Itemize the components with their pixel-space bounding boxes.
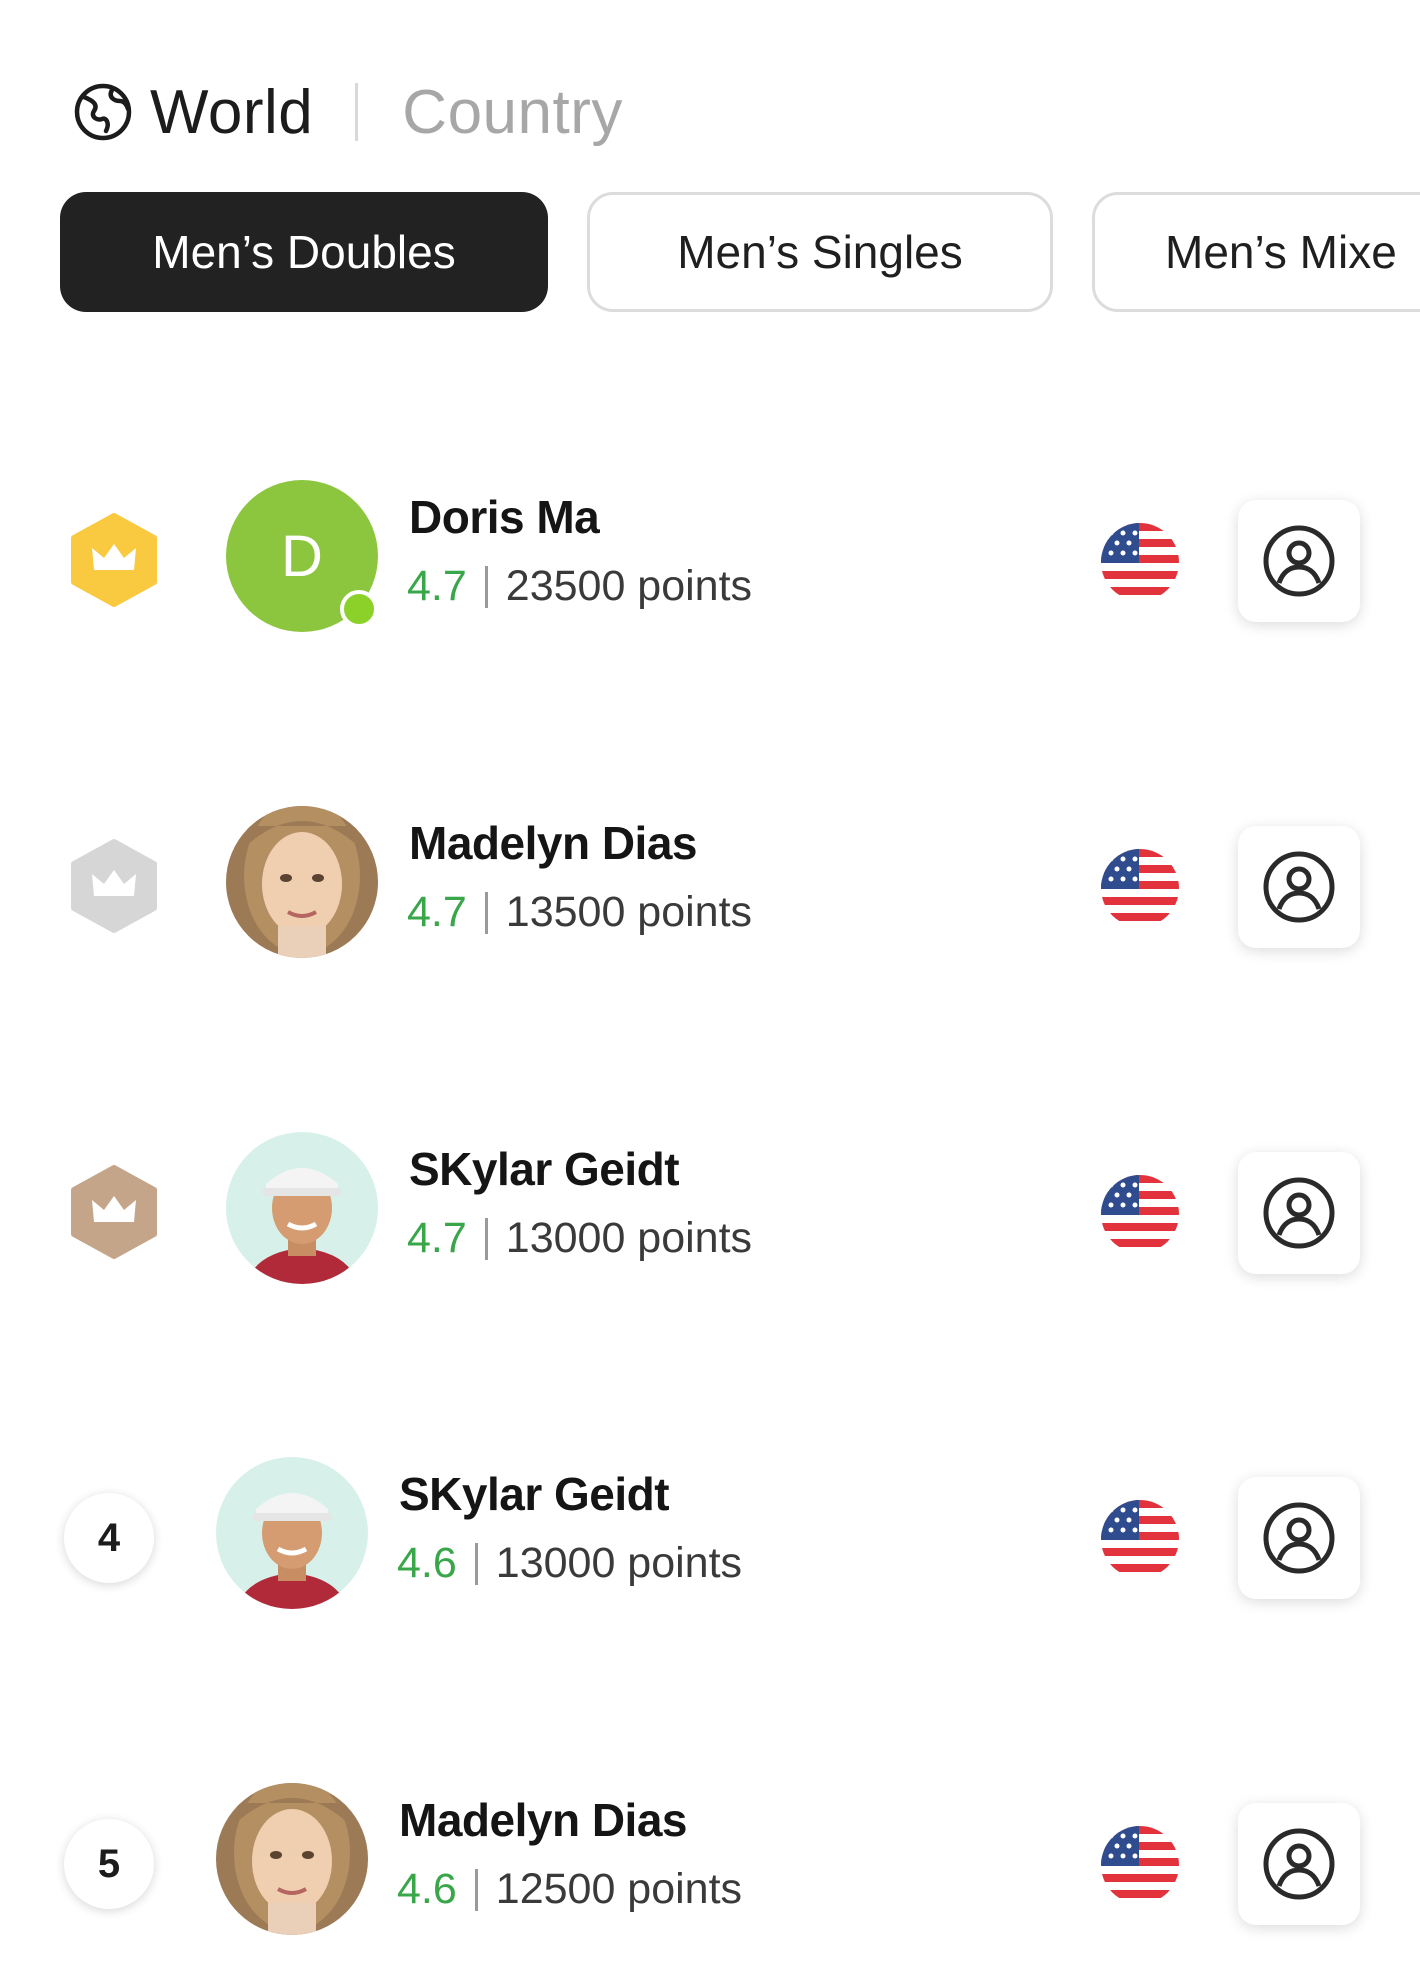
avatar[interactable] <box>226 806 378 958</box>
player-rating: 4.7 <box>407 562 467 610</box>
avatar[interactable]: D <box>226 480 378 632</box>
player-stats: 4.7 23500 points <box>407 562 752 611</box>
avatar[interactable] <box>226 1132 378 1284</box>
player-points: 13500 points <box>505 888 753 936</box>
category-tabs: Men’s Doubles Men’s Singles Men’s Mixe <box>60 192 1420 316</box>
player-rating: 4.7 <box>407 1214 467 1262</box>
player-rating: 4.6 <box>397 1539 457 1587</box>
ranking-row[interactable]: 4 SKylar Geidt 4.6 13000 points <box>0 1457 1420 1617</box>
ranking-row[interactable]: Madelyn Dias 4.7 13500 points <box>0 806 1420 966</box>
player-stats: 4.6 12500 points <box>397 1865 742 1914</box>
view-profile-button[interactable] <box>1238 500 1360 622</box>
silver-crown-icon <box>62 834 166 938</box>
player-points: 12500 points <box>495 1865 743 1913</box>
player-name: SKylar Geidt <box>409 1143 680 1195</box>
us-flag-icon <box>1101 1500 1179 1578</box>
player-rating: 4.6 <box>397 1865 457 1913</box>
scope-world-tab[interactable]: World <box>150 77 313 148</box>
player-name: SKylar Geidt <box>399 1468 670 1520</box>
tab-mens-mixed[interactable]: Men’s Mixe <box>1092 192 1420 312</box>
player-name: Madelyn Dias <box>399 1794 688 1846</box>
player-name: Madelyn Dias <box>409 817 698 869</box>
player-points: 23500 points <box>505 562 753 610</box>
stat-divider <box>474 1542 478 1585</box>
us-flag-icon <box>1101 523 1179 601</box>
user-profile-icon <box>1263 1177 1335 1249</box>
user-profile-icon <box>1263 1502 1335 1574</box>
ranking-row[interactable]: 5 Madelyn Dias 4.6 12500 points <box>0 1783 1420 1943</box>
rank-number: 5 <box>64 1819 154 1909</box>
ranking-row[interactable]: SKylar Geidt 4.7 13000 points <box>0 1132 1420 1292</box>
tab-mens-doubles[interactable]: Men’s Doubles <box>60 192 548 312</box>
gold-crown-icon <box>62 508 166 612</box>
scope-country-tab[interactable]: Country <box>402 77 623 148</box>
user-profile-icon <box>1263 851 1335 923</box>
stat-divider <box>474 1868 478 1911</box>
view-profile-button[interactable] <box>1238 1803 1360 1925</box>
player-points: 13000 points <box>495 1539 743 1587</box>
stat-divider <box>484 1217 488 1260</box>
view-profile-button[interactable] <box>1238 1477 1360 1599</box>
player-stats: 4.7 13000 points <box>407 1214 752 1263</box>
player-name: Doris Ma <box>409 491 600 543</box>
bronze-crown-icon <box>62 1160 166 1264</box>
us-flag-icon <box>1101 1826 1179 1904</box>
ranking-row[interactable]: D Doris Ma 4.7 23500 points <box>0 480 1420 640</box>
view-profile-button[interactable] <box>1238 826 1360 948</box>
user-profile-icon <box>1263 525 1335 597</box>
player-stats: 4.6 13000 points <box>397 1539 742 1588</box>
online-status-dot <box>340 590 378 628</box>
us-flag-icon <box>1101 1175 1179 1253</box>
player-stats: 4.7 13500 points <box>407 888 752 937</box>
stat-divider <box>484 565 488 608</box>
rank-number: 4 <box>64 1493 154 1583</box>
scope-divider <box>355 83 359 141</box>
view-profile-button[interactable] <box>1238 1152 1360 1274</box>
user-profile-icon <box>1263 1828 1335 1900</box>
stat-divider <box>484 891 488 934</box>
tab-mens-singles[interactable]: Men’s Singles <box>587 192 1053 312</box>
scope-switch: World Country <box>72 72 623 152</box>
globe-icon <box>74 83 132 141</box>
player-points: 13000 points <box>505 1214 753 1262</box>
us-flag-icon <box>1101 849 1179 927</box>
avatar[interactable] <box>216 1783 368 1935</box>
avatar[interactable] <box>216 1457 368 1609</box>
player-rating: 4.7 <box>407 888 467 936</box>
